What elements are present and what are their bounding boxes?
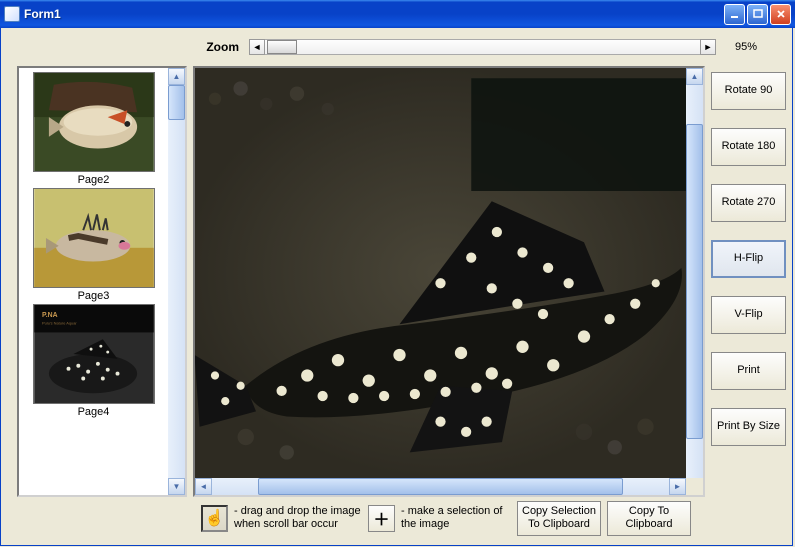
scroll-up-button[interactable]: ▲: [686, 68, 703, 85]
svg-text:P.NA: P.NA: [42, 312, 58, 319]
copy-selection-button[interactable]: Copy Selection To Clipboard: [517, 501, 601, 536]
thumbnail-image: P.NA Pulu's Nature Aquar: [33, 304, 155, 404]
rotate-90-button[interactable]: Rotate 90: [711, 72, 786, 110]
zoom-slider-thumb[interactable]: [267, 40, 297, 54]
rotate-180-button[interactable]: Rotate 180: [711, 128, 786, 166]
zoom-decrement-button[interactable]: ◄: [249, 39, 265, 55]
maximize-button[interactable]: [747, 4, 768, 25]
scrollbar-thumb[interactable]: [168, 85, 185, 120]
thumbnail-item[interactable]: P.NA Pulu's Nature Aquar Page4: [23, 304, 164, 418]
thumbnail-label: Page2: [23, 174, 164, 186]
h-flip-button[interactable]: H-Flip: [711, 240, 786, 278]
thumbnail-panel: Page2 Page3: [17, 66, 187, 497]
thumbnail-image: [33, 188, 155, 288]
main-image-viewport[interactable]: .NA lu's Nature Aquarium // pululife . 1…: [195, 68, 686, 478]
thumbnail-label: Page4: [23, 406, 164, 418]
vscrollbar-track[interactable]: [686, 85, 703, 478]
app-icon: [4, 6, 20, 22]
scroll-right-button[interactable]: ►: [669, 478, 686, 495]
zoom-slider[interactable]: [265, 39, 700, 55]
zoom-label: Zoom: [1, 40, 249, 54]
copy-to-clipboard-button[interactable]: Copy To Clipboard: [607, 501, 691, 536]
selection-mode-toggle[interactable]: ＋: [368, 505, 395, 532]
window-title: Form1: [24, 7, 722, 21]
thumbnail-image: [33, 72, 155, 172]
tool-buttons-column: Rotate 90 Rotate 180 Rotate 270 H-Flip V…: [711, 66, 786, 497]
minimize-button[interactable]: [724, 4, 745, 25]
hscrollbar-thumb[interactable]: [258, 478, 624, 495]
image-panel: .NA lu's Nature Aquarium // pululife . 1…: [193, 66, 705, 497]
thumbnail-label: Page3: [23, 290, 164, 302]
print-button[interactable]: Print: [711, 352, 786, 390]
thumbnail-item[interactable]: Page2: [23, 72, 164, 186]
scroll-down-button[interactable]: ▼: [168, 478, 185, 495]
image-hscrollbar[interactable]: ◄ ►: [195, 478, 686, 495]
hscrollbar-track[interactable]: [212, 478, 669, 495]
scrollbar-track[interactable]: [168, 85, 185, 478]
drag-mode-toggle[interactable]: ☝: [201, 505, 228, 532]
crosshair-icon: ＋: [373, 506, 389, 530]
scroll-up-button[interactable]: ▲: [168, 68, 185, 85]
thumbnail-scrollbar[interactable]: ▲ ▼: [168, 68, 185, 495]
drag-mode-hint: - drag and drop the image when scroll ba…: [234, 505, 362, 531]
footer-row: ☝ - drag and drop the image when scroll …: [1, 497, 792, 545]
scrollbar-corner: [686, 478, 703, 495]
scroll-left-button[interactable]: ◄: [195, 478, 212, 495]
titlebar: Form1: [0, 0, 795, 28]
image-vscrollbar[interactable]: ▲ ▼: [686, 68, 703, 495]
zoom-increment-button[interactable]: ►: [700, 39, 716, 55]
print-by-size-button[interactable]: Print By Size: [711, 408, 786, 446]
v-flip-button[interactable]: V-Flip: [711, 296, 786, 334]
vscrollbar-thumb[interactable]: [686, 124, 703, 438]
thumbnail-item[interactable]: Page3: [23, 188, 164, 302]
hand-icon: ☝: [205, 508, 225, 528]
zoom-control-row: Zoom ◄ ► 95%: [1, 28, 792, 66]
svg-text:Pulu's Nature Aquar: Pulu's Nature Aquar: [42, 321, 77, 326]
selection-mode-hint: - make a selection of the image: [401, 505, 511, 531]
close-button[interactable]: [770, 4, 791, 25]
zoom-value: 95%: [716, 41, 776, 53]
rotate-270-button[interactable]: Rotate 270: [711, 184, 786, 222]
